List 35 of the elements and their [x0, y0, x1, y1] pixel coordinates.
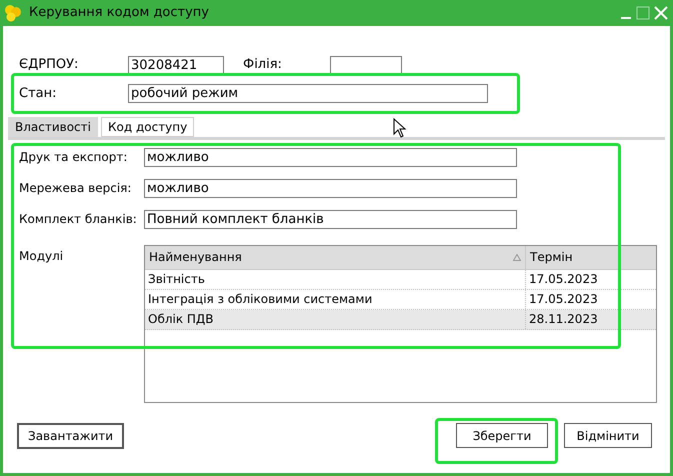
state-field[interactable]: робочий режим [128, 84, 488, 104]
tab[interactable]: Код доступу [100, 116, 194, 136]
field-label: Комплект бланків: [19, 211, 138, 228]
table-row[interactable]: Звітність 17.05.2023 [145, 270, 656, 290]
cursor-icon [393, 118, 407, 138]
load-button[interactable]: Завантажити [17, 422, 124, 448]
table-cell-text: 28.11.2023 [528, 310, 599, 328]
property-field[interactable]: можливо [144, 178, 517, 198]
sort-icon [513, 254, 521, 260]
save-button[interactable]: Зберегти [456, 423, 548, 448]
modules-label: Модулі [19, 248, 64, 264]
branch-field[interactable] [330, 56, 402, 74]
table-cell-text: 17.05.2023 [528, 270, 599, 288]
property-field[interactable]: можливо [144, 148, 517, 166]
table-cell: Інтеграція з обліковими системами [145, 290, 526, 308]
table-row[interactable]: Облік ПДВ 28.11.2023 [145, 310, 656, 330]
tab[interactable]: Властивості [8, 116, 98, 136]
close-icon[interactable] [654, 6, 668, 20]
field-label: Стан: [19, 85, 58, 103]
app-logo-icon [3, 3, 23, 23]
field-label: Філія: [243, 56, 283, 74]
table-cell: Звітність [145, 270, 526, 288]
field-label: Мережева версія: [19, 180, 132, 197]
window-title: Керування кодом доступу [29, 4, 209, 22]
field-label: ЄДРПОУ: [19, 56, 80, 74]
column-header[interactable]: Термін [526, 246, 656, 268]
edrpou-field[interactable]: 30208421 [128, 56, 224, 74]
maximize-icon[interactable] [636, 6, 650, 20]
table-cell: Облік ПДВ [145, 310, 526, 328]
cancel-button[interactable]: Відмінити [564, 423, 652, 448]
table-row[interactable]: Інтеграція з обліковими системами 17.05.2023 [145, 290, 656, 310]
field-label: Друк та експорт: [19, 149, 128, 166]
property-field[interactable]: Повний комплект бланків [144, 210, 517, 228]
column-header[interactable]: Найменування [145, 246, 526, 268]
table-cell-text: 17.05.2023 [528, 290, 599, 308]
